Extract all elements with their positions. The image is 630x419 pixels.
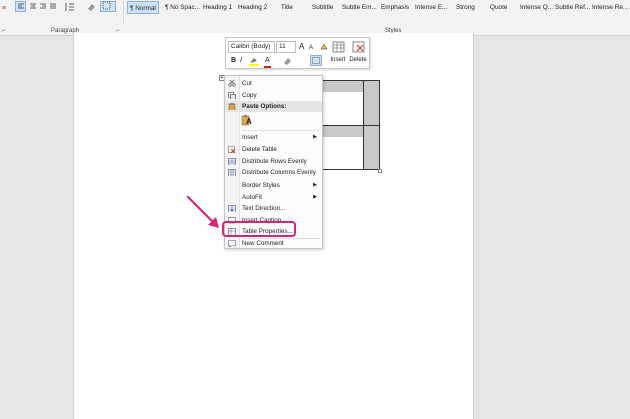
pointer-arrow-icon	[186, 195, 219, 228]
menu-item-new-comment[interactable]: New Comment	[225, 238, 322, 249]
shading-icon[interactable]	[85, 1, 97, 13]
submenu-arrow-icon: ▶	[313, 194, 317, 200]
style-no-spacing[interactable]: ¶ No Spac...	[165, 1, 200, 14]
menu-separator	[242, 130, 320, 131]
style-subtle-reference[interactable]: Subtle Ref...	[555, 1, 590, 14]
menu-item-label: Copy	[242, 92, 257, 99]
shading-icon[interactable]	[281, 56, 295, 68]
borders-toolbar-icon	[312, 57, 320, 64]
style-emphasis[interactable]: Emphasis	[381, 1, 409, 14]
menu-item-insert[interactable]: Insert ▶	[225, 132, 322, 143]
ribbon-separator	[123, 1, 124, 23]
table-resize-handle[interactable]	[378, 169, 382, 173]
font-size-box[interactable]: 11	[276, 41, 296, 53]
menu-item-label: Paste Options:	[242, 103, 287, 110]
font-name-box[interactable]: Calibri (Body)	[228, 41, 275, 53]
table-column-border	[363, 81, 364, 169]
shrink-font-icon[interactable]: A	[309, 43, 313, 53]
paste-keep-text-button[interactable]: A	[241, 114, 253, 127]
italic-button[interactable]: I	[240, 56, 242, 66]
style-subtle-emphasis[interactable]: Subtle Em...	[342, 1, 377, 14]
style-intense-reference[interactable]: Intense Re...	[592, 1, 628, 14]
style-strong[interactable]: Strong	[456, 1, 475, 14]
format-painter-icon[interactable]	[319, 41, 329, 51]
delete-table-toolbar-icon[interactable]	[352, 41, 366, 55]
scissors-icon	[228, 80, 236, 87]
style-heading-1[interactable]: Heading 1	[203, 1, 232, 14]
menu-item-label: Distribute Rows Evenly	[242, 158, 307, 165]
text-direction-icon	[228, 205, 236, 212]
highlight-box	[222, 221, 296, 237]
paste-icon	[228, 103, 236, 110]
style-intense-emphasis[interactable]: Intense E...	[415, 1, 447, 14]
delete-label[interactable]: Delete	[349, 57, 367, 63]
menu-item-distribute-columns[interactable]: Distribute Columns Evenly	[225, 167, 322, 178]
menu-item-label: Text Direction...	[242, 205, 286, 212]
copy-icon	[228, 92, 236, 99]
menu-item-paste-options: Paste Options:	[225, 101, 322, 112]
style-quote[interactable]: Quote	[490, 1, 507, 14]
menu-item-text-direction[interactable]: Text Direction...	[225, 203, 322, 214]
menu-item-label: Delete Table	[242, 146, 277, 153]
insert-table-icon[interactable]	[332, 41, 346, 55]
menu-item-label: Border Styles	[242, 182, 280, 189]
menu-item-label: New Comment	[242, 240, 284, 247]
highlight-icon[interactable]	[248, 56, 262, 66]
bold-button[interactable]: B	[231, 56, 236, 66]
submenu-arrow-icon: ▶	[313, 182, 317, 188]
menu-item-distribute-rows[interactable]: Distribute Rows Evenly	[225, 156, 322, 167]
menu-item-label: Distribute Columns Evenly	[242, 169, 316, 176]
group-launcher-icon[interactable]: ⌐	[2, 26, 6, 36]
font-color-button[interactable]: A	[265, 56, 270, 66]
justify-icon[interactable]	[48, 1, 60, 13]
sort-icon[interactable]: ≡	[1, 1, 13, 13]
style-title[interactable]: Title	[281, 1, 293, 14]
svg-text:≡: ≡	[2, 5, 6, 12]
new-comment-icon	[228, 240, 236, 247]
menu-item-copy[interactable]: Copy	[225, 90, 322, 101]
style-heading-2[interactable]: Heading 2	[238, 1, 267, 14]
borders-icon	[102, 1, 111, 10]
submenu-arrow-icon: ▶	[313, 134, 317, 140]
distribute-columns-icon	[228, 169, 236, 176]
font-color-bar	[264, 66, 271, 68]
distribute-rows-icon	[228, 158, 236, 165]
menu-item-label: Cut	[242, 80, 252, 87]
style-normal[interactable]: ¶ Normal	[127, 1, 159, 14]
ribbon: ≡ ¶ Normal ¶ No Spac... Heading 1 Headin…	[0, 0, 630, 26]
menu-item-border-styles[interactable]: Border Styles ▶	[225, 180, 322, 191]
style-subtitle[interactable]: Subtitle	[312, 1, 333, 14]
menu-item-label: Insert	[242, 134, 258, 141]
mini-toolbar: Calibri (Body) 11 A A B I A Insert Delet…	[225, 37, 370, 69]
line-spacing-icon[interactable]	[64, 1, 76, 13]
paste-keep-text-letter: A	[246, 117, 252, 126]
style-intense-quote[interactable]: Intense Q...	[520, 1, 553, 14]
menu-item-autofit[interactable]: AutoFit ▶	[225, 192, 322, 203]
menu-item-cut[interactable]: Cut	[225, 78, 322, 89]
menu-item-delete-table[interactable]: Delete Table	[225, 144, 322, 155]
menu-item-label: AutoFit	[242, 194, 262, 201]
insert-label[interactable]: Insert	[330, 57, 346, 63]
grow-font-icon[interactable]: A	[299, 42, 304, 52]
align-left-icon	[18, 3, 24, 9]
delete-table-icon	[228, 146, 236, 153]
